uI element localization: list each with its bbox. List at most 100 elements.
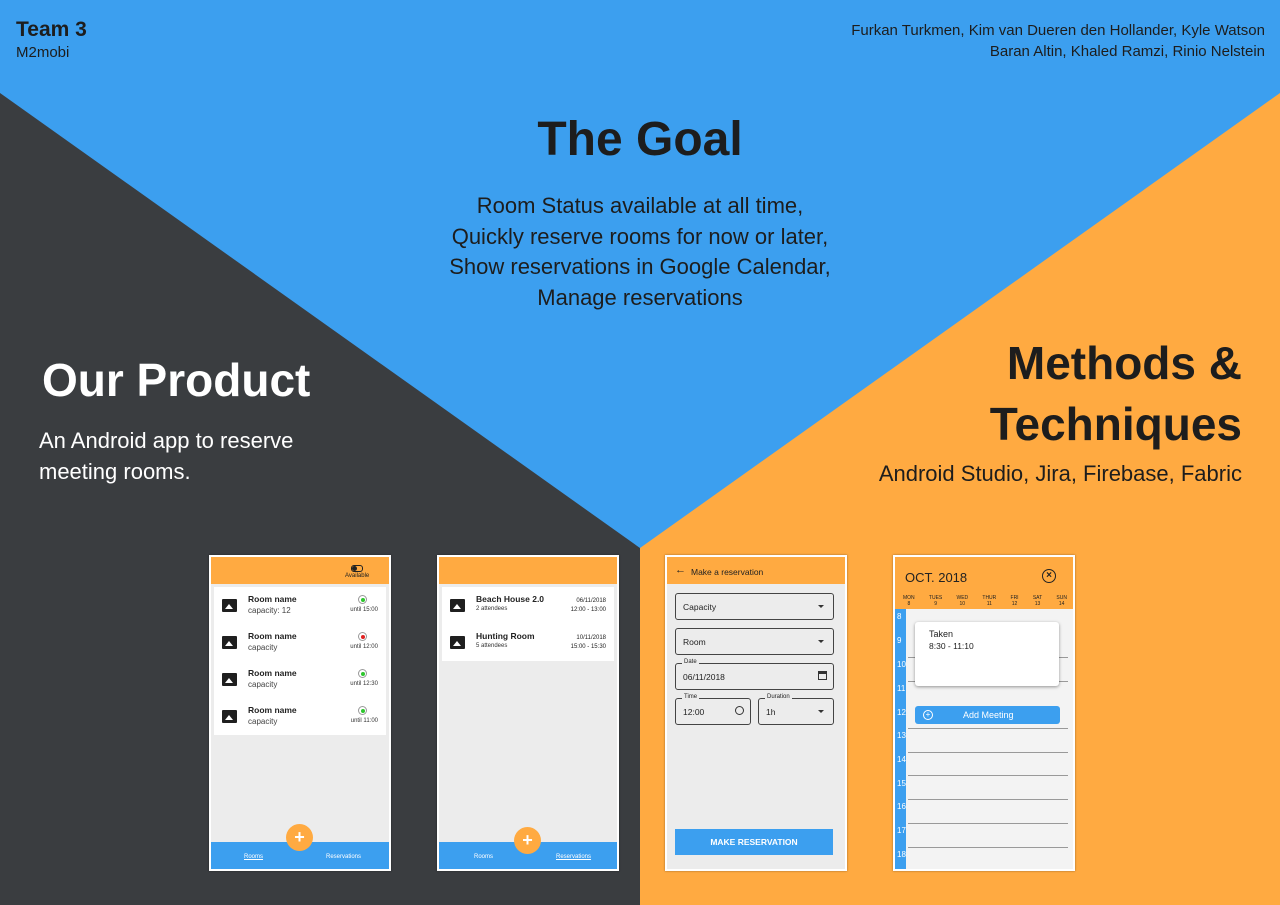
authors-line-1: Furkan Turkmen, Kim van Dueren den Holla…	[851, 22, 1265, 39]
capacity-select[interactable]: Capacity	[675, 593, 834, 620]
room-capacity: capacity	[248, 717, 278, 726]
methods-description: Android Studio, Jira, Firebase, Fabric	[878, 461, 1242, 486]
nav-reservations[interactable]: Reservations	[556, 854, 591, 860]
nav-rooms[interactable]: Rooms	[474, 854, 493, 860]
reservation-name: Hunting Room	[476, 631, 535, 641]
status-green-icon	[358, 669, 367, 678]
room-row[interactable]: Room name capacity until 12:00	[214, 624, 386, 661]
reservation-time: 15:00 - 15:30	[570, 644, 606, 650]
duration-select[interactable]: Duration 1h	[758, 694, 834, 725]
date-label: Date	[682, 659, 699, 665]
time-label: Time	[682, 694, 700, 700]
hour-label: 14	[897, 755, 906, 764]
plus-circle-icon: +	[923, 710, 933, 720]
room-capacity: capacity: 12	[248, 606, 291, 615]
close-icon[interactable]: ×	[1042, 569, 1056, 583]
room-until: until 12:30	[350, 681, 378, 687]
hour-label: 13	[897, 731, 906, 740]
app-bar: ← Make a reservation	[667, 557, 845, 584]
taken-event-card[interactable]: Taken 8:30 - 11:10	[915, 622, 1059, 686]
room-name: Room name	[248, 705, 297, 715]
hour-divider	[908, 752, 1068, 753]
capacity-placeholder: Capacity	[683, 602, 717, 612]
hour-column: 8 9 10 11 12 13 14 15 16 17 18	[895, 609, 906, 869]
image-icon	[450, 599, 465, 612]
reservation-list: Beach House 2.0 2 attendees 06/11/2018 1…	[442, 587, 614, 661]
dropdown-arrow-icon	[818, 710, 824, 713]
product-title: Our Product	[42, 354, 311, 406]
nav-rooms[interactable]: Rooms	[244, 854, 263, 860]
room-row[interactable]: Room name capacity until 12:30	[214, 661, 386, 698]
room-until: until 12:00	[350, 644, 378, 650]
room-row[interactable]: Room name capacity until 11:00	[214, 698, 386, 735]
weekday[interactable]: SAT 13	[1033, 595, 1042, 607]
product-description: An Android app to reserve meeting rooms.	[39, 428, 294, 484]
hour-divider	[908, 799, 1068, 800]
reservation-name: Beach House 2.0	[476, 594, 545, 604]
hour-label: 17	[897, 826, 906, 835]
room-capacity: capacity	[248, 643, 278, 652]
app-bar: Available	[211, 557, 389, 584]
weekday[interactable]: WED 10	[956, 595, 968, 607]
reservation-datetime: 10/11/2018 15:00 - 15:30	[571, 634, 606, 652]
back-arrow-icon[interactable]: ←	[675, 564, 686, 576]
month-label: OCT. 2018	[905, 570, 968, 585]
reservation-date: 10/11/2018	[576, 635, 606, 641]
room-until: until 11:00	[350, 718, 378, 724]
image-icon	[450, 636, 465, 649]
team-name: Team 3	[16, 18, 87, 41]
calendar-icon[interactable]	[818, 671, 827, 680]
add-fab-button[interactable]: +	[514, 827, 541, 854]
image-icon	[222, 710, 237, 723]
reservation-row[interactable]: Beach House 2.0 2 attendees 06/11/2018 1…	[442, 587, 614, 624]
room-until: until 15:00	[350, 607, 378, 613]
phone-make-reservation-screen: ← Make a reservation Capacity Room Date …	[665, 555, 847, 871]
room-row[interactable]: Room name capacity: 12 until 15:00	[214, 587, 386, 624]
reservation-row[interactable]: Hunting Room 5 attendees 10/11/2018 15:0…	[442, 624, 614, 661]
dropdown-arrow-icon	[818, 605, 824, 608]
weekday-number: 13	[1034, 601, 1041, 607]
image-icon	[222, 673, 237, 686]
weekday-number: 10	[959, 601, 966, 607]
add-fab-button[interactable]: +	[286, 824, 313, 851]
room-select[interactable]: Room	[675, 628, 834, 655]
reservation-attendees: 5 attendees	[476, 643, 508, 649]
screen-title: Make a reservation	[691, 567, 764, 577]
weekday[interactable]: THUR 11	[982, 595, 996, 607]
hour-divider	[908, 728, 1068, 729]
duration-value: 1h	[766, 707, 776, 717]
goal-item: Show reservations in Google Calendar,	[449, 254, 831, 279]
hour-divider	[908, 775, 1068, 776]
methods-title: Methods & Techniques	[990, 333, 1242, 455]
room-list: Room name capacity: 12 until 15:00 Room …	[214, 587, 386, 735]
hour-label: 10	[897, 660, 906, 669]
weekday[interactable]: FRI 12	[1011, 595, 1019, 607]
reservation-attendees: 2 attendees	[476, 606, 508, 612]
weekday[interactable]: MON 8	[903, 595, 915, 607]
organization-name: M2mobi	[16, 44, 70, 61]
date-field[interactable]: Date 06/11/2018	[675, 659, 834, 690]
hour-label: 11	[897, 684, 906, 693]
reservation-time: 12:00 - 13:00	[570, 607, 606, 613]
authors: Furkan Turkmen, Kim van Dueren den Holla…	[851, 20, 1265, 62]
hour-label: 9	[897, 636, 902, 645]
time-field[interactable]: Time 12:00	[675, 694, 751, 725]
weekday[interactable]: SUN 14	[1056, 595, 1067, 607]
taken-label: Taken	[929, 629, 954, 639]
make-reservation-button[interactable]: MAKE RESERVATION	[675, 829, 833, 855]
date-value: 06/11/2018	[683, 672, 725, 682]
toggle-icon[interactable]	[351, 565, 363, 572]
room-capacity: capacity	[248, 680, 278, 689]
phone-rooms-screen: Available Room name capacity: 12 until 1…	[209, 555, 391, 871]
add-meeting-button[interactable]: + Add Meeting	[915, 706, 1060, 724]
weekday[interactable]: TUES 9	[929, 595, 942, 607]
goal-title: The Goal	[537, 113, 743, 166]
nav-reservations[interactable]: Reservations	[326, 854, 361, 860]
hour-label: 15	[897, 779, 906, 788]
clock-icon[interactable]	[735, 706, 744, 715]
weekday-number: 11	[986, 601, 992, 607]
add-meeting-label: Add Meeting	[963, 710, 1014, 720]
image-icon	[222, 636, 237, 649]
duration-label: Duration	[765, 694, 792, 700]
hour-label: 12	[897, 708, 906, 717]
